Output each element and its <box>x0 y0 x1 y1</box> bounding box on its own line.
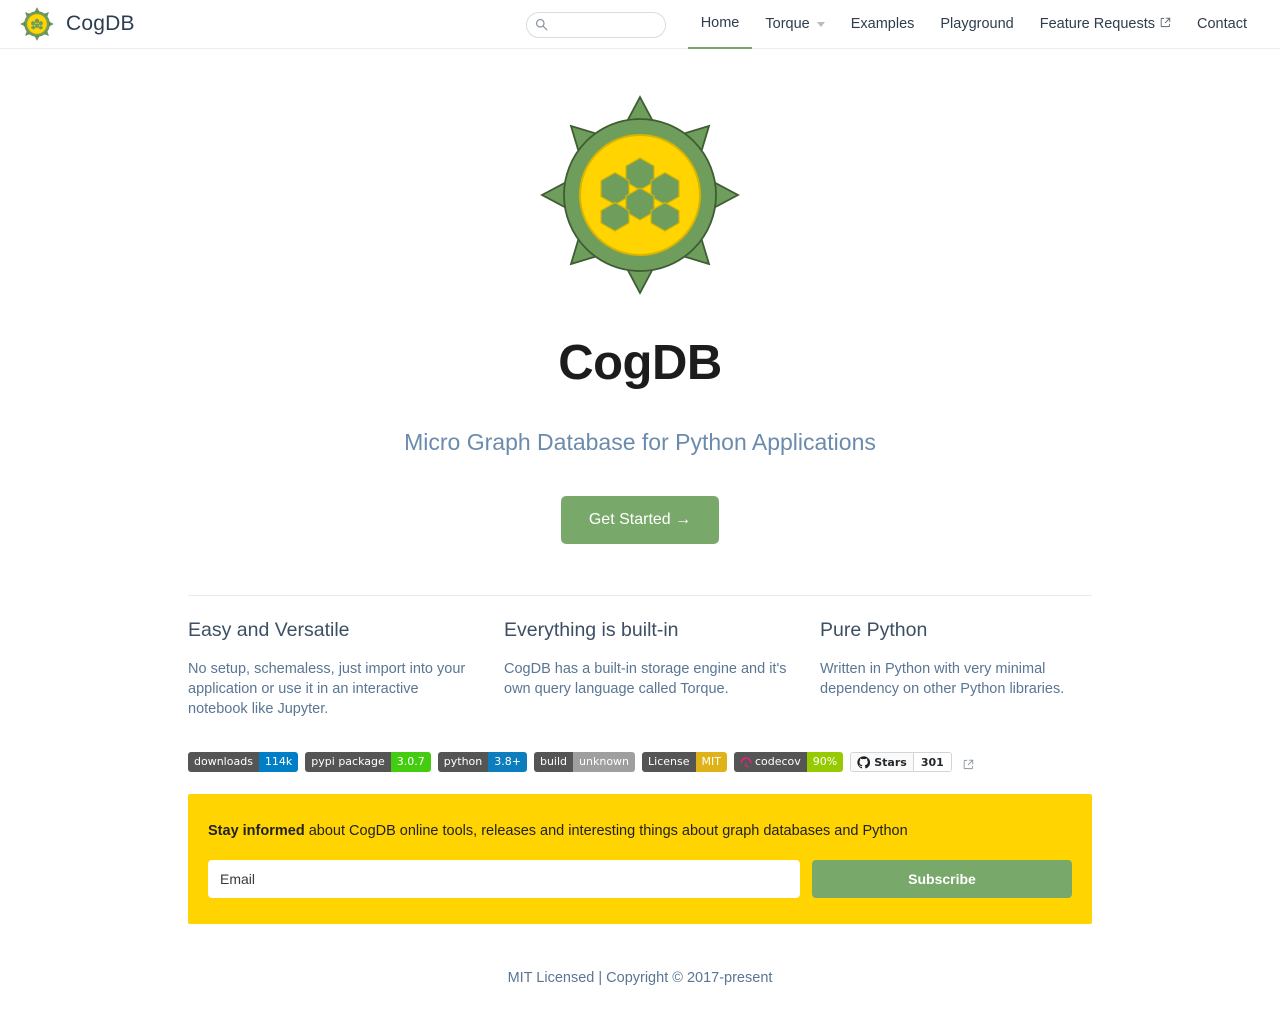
badges-external-link-icon-svg <box>963 759 974 769</box>
umbrella-icon-svg <box>740 757 752 768</box>
external-link-icon <box>1160 0 1171 49</box>
nav-item-feature-requests-label: Feature Requests <box>1039 16 1156 32</box>
badge-downloads[interactable]: downloads 114k <box>188 752 299 772</box>
badge-python-version[interactable]: python 3.8+ <box>437 752 527 772</box>
newsletter-section: Stay informed about CogDB online tools, … <box>188 794 1092 924</box>
badge-label: downloads <box>188 752 259 772</box>
main-navigation: Home Torque Examples Playground Feature … <box>525 0 1260 49</box>
nav-item-contact-label: Contact <box>1197 16 1247 32</box>
badge-label: codecov <box>754 755 801 768</box>
search-box[interactable] <box>525 11 666 38</box>
nav-item-playground[interactable]: Playground <box>927 0 1026 49</box>
search-icon <box>535 18 548 31</box>
hero-tagline: Micro Graph Database for Python Applicat… <box>404 429 876 455</box>
hero-section: CogDB Micro Graph Database for Python Ap… <box>0 49 1280 544</box>
badge-label: python <box>437 752 489 772</box>
cog-hex-logo-svg <box>20 7 54 41</box>
feature-card-built-in: Everything is built-in CogDB has a built… <box>504 619 820 719</box>
content-wrapper: Easy and Versatile No setup, schemaless,… <box>188 595 1092 986</box>
nav-item-torque-label: Torque <box>765 16 810 32</box>
badge-license[interactable]: License MIT <box>642 752 727 772</box>
nav-item-torque[interactable]: Torque <box>752 0 837 49</box>
hero-logo-svg <box>540 95 740 295</box>
badge-value: unknown <box>573 752 636 772</box>
brand-name: CogDB <box>66 12 135 35</box>
badge-value: 3.8+ <box>488 752 527 772</box>
github-icon-svg <box>857 755 871 768</box>
nav-item-examples[interactable]: Examples <box>838 0 928 49</box>
badge-value: 114k <box>258 752 299 772</box>
section-divider <box>188 595 1092 596</box>
badges-external-link-icon[interactable] <box>959 759 974 769</box>
badge-value: 90% <box>806 752 844 772</box>
nav-item-playground-label: Playground <box>940 16 1014 32</box>
email-field[interactable] <box>208 860 800 898</box>
cog-hex-logo-icon <box>20 7 54 41</box>
newsletter-form: Subscribe <box>208 860 1072 898</box>
external-link-icon-svg <box>1160 17 1171 28</box>
newsletter-text-rest: about CogDB online tools, releases and i… <box>304 823 908 839</box>
feature-body: Written in Python with very minimal depe… <box>820 661 1065 697</box>
badges-row: downloads 114k pypi package 3.0.7 python… <box>188 752 1092 772</box>
brand-link[interactable]: CogDB <box>20 7 135 41</box>
hero-logo-icon <box>0 95 1280 295</box>
get-started-button[interactable]: Get Started → <box>560 496 720 544</box>
feature-card-pure-python: Pure Python Written in Python with very … <box>820 619 1092 719</box>
search-icon-svg <box>535 18 548 31</box>
newsletter-text-bold: Stay informed <box>208 823 305 839</box>
chevron-down-icon <box>816 22 825 27</box>
badge-label: build <box>533 752 574 772</box>
features-section: Easy and Versatile No setup, schemaless,… <box>188 619 1092 719</box>
badge-codecov[interactable]: codecov 90% <box>733 752 844 772</box>
nav-item-home[interactable]: Home <box>687 0 753 49</box>
subscribe-button[interactable]: Subscribe <box>812 860 1072 898</box>
footer-text: MIT Licensed | Copyright © 2017-present <box>507 970 773 986</box>
nav-item-examples-label: Examples <box>850 16 915 32</box>
github-icon <box>857 755 871 769</box>
badge-github-stars[interactable]: Stars 301 <box>850 752 952 772</box>
badge-label: License <box>642 752 696 772</box>
badge-build-status[interactable]: build unknown <box>533 752 636 772</box>
feature-body: No setup, schemaless, just import into y… <box>188 661 466 717</box>
badge-value: 3.0.7 <box>390 752 431 772</box>
badge-label: pypi package <box>305 752 391 772</box>
badge-stars-value: 301 <box>912 753 951 771</box>
search-input[interactable] <box>552 16 657 33</box>
badge-stars-label: Stars <box>874 755 907 769</box>
umbrella-icon <box>740 756 752 768</box>
nav-item-contact[interactable]: Contact <box>1184 0 1260 49</box>
feature-title: Easy and Versatile <box>188 619 350 641</box>
feature-title: Everything is built-in <box>504 619 679 641</box>
badge-pypi-package[interactable]: pypi package 3.0.7 <box>305 752 431 772</box>
site-header: CogDB Home Torque Examples Playground Fe… <box>0 0 1280 49</box>
page-title: CogDB <box>558 336 722 390</box>
nav-item-feature-requests[interactable]: Feature Requests <box>1027 0 1184 49</box>
badge-stars-label-wrap: Stars <box>851 753 913 771</box>
badge-label-wrap: codecov <box>733 752 807 772</box>
badge-value: MIT <box>695 752 727 772</box>
newsletter-text: Stay informed about CogDB online tools, … <box>208 823 1072 839</box>
feature-body: CogDB has a built-in storage engine and … <box>504 661 787 697</box>
feature-card-easy-versatile: Easy and Versatile No setup, schemaless,… <box>188 619 504 719</box>
nav-item-home-label: Home <box>700 15 740 31</box>
feature-title: Pure Python <box>820 619 928 641</box>
